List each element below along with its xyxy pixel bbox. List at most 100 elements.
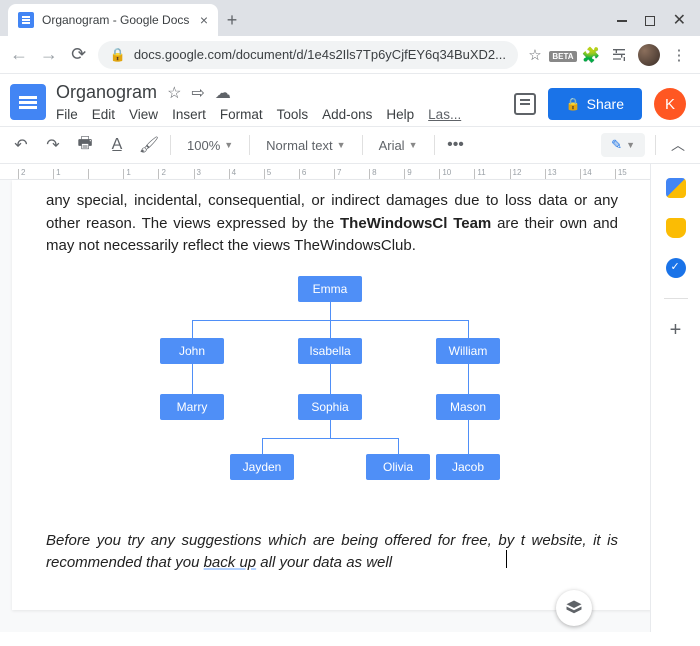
cloud-status-icon[interactable]: ☁	[215, 83, 231, 103]
extension-icons: ☆ BETA 🧩 ⋮	[526, 44, 692, 66]
menu-help[interactable]: Help	[386, 107, 414, 122]
org-node-olivia[interactable]: Olivia	[366, 454, 430, 480]
menu-insert[interactable]: Insert	[172, 107, 206, 122]
connector	[398, 438, 399, 454]
font-dropdown[interactable]: Arial ▼	[373, 138, 424, 153]
move-folder-icon[interactable]: ⇨	[191, 83, 204, 103]
connector	[468, 320, 469, 338]
zoom-value: 100%	[187, 138, 220, 153]
docs-header: Organogram ☆ ⇨ ☁ File Edit View Insert F…	[0, 74, 700, 126]
extensions-puzzle-icon[interactable]: 🧩	[582, 46, 600, 64]
profile-avatar-icon[interactable]	[638, 44, 660, 66]
collapse-toolbar-icon[interactable]: ︿	[666, 135, 690, 155]
add-addon-icon[interactable]: +	[670, 319, 682, 342]
document-title[interactable]: Organogram	[56, 82, 157, 103]
undo-icon[interactable]: ↶	[10, 135, 32, 155]
url-text: docs.google.com/document/d/1e4s2Ils7Tp6y…	[134, 47, 506, 62]
window-minimize-icon[interactable]	[617, 20, 627, 22]
extension-shield-icon[interactable]: BETA	[554, 46, 572, 64]
separator	[434, 135, 435, 155]
connector	[262, 438, 263, 454]
share-button[interactable]: 🔒 Share	[548, 88, 642, 120]
separator	[170, 135, 171, 155]
title-area: Organogram ☆ ⇨ ☁ File Edit View Insert F…	[56, 82, 504, 122]
org-node-mason[interactable]: Mason	[436, 394, 500, 420]
menu-addons[interactable]: Add-ons	[322, 107, 372, 122]
settings-slider-icon[interactable]	[610, 46, 628, 64]
tab-close-icon[interactable]: ×	[200, 12, 208, 28]
menu-format[interactable]: Format	[220, 107, 263, 122]
menu-last-edit[interactable]: Las...	[428, 107, 461, 122]
star-outline-icon[interactable]: ☆	[167, 83, 181, 103]
nav-back-icon[interactable]: ←	[8, 44, 30, 65]
org-node-william[interactable]: William	[436, 338, 500, 364]
menu-file[interactable]: File	[56, 107, 78, 122]
org-node-emma[interactable]: Emma	[298, 276, 362, 302]
lock-icon: 🔒	[110, 47, 126, 63]
separator	[655, 135, 656, 155]
google-keep-icon[interactable]	[666, 218, 686, 238]
text-cursor	[506, 550, 508, 568]
google-docs-logo-icon[interactable]	[10, 84, 46, 120]
google-tasks-icon[interactable]	[666, 258, 686, 278]
font-value: Arial	[379, 138, 405, 153]
more-tools-icon[interactable]: •••	[445, 136, 467, 154]
org-node-sophia[interactable]: Sophia	[298, 394, 362, 420]
paint-format-icon[interactable]: 🖌	[138, 135, 160, 155]
star-icon[interactable]: ☆	[526, 46, 544, 64]
chevron-down-icon: ▼	[409, 140, 418, 150]
organogram-diagram[interactable]: Emma John Isabella William Marry Sophia …	[132, 276, 532, 506]
window-maximize-icon[interactable]	[645, 16, 655, 26]
zoom-dropdown[interactable]: 100% ▼	[181, 138, 239, 153]
comment-history-icon[interactable]	[514, 93, 536, 115]
connector	[262, 438, 398, 439]
new-tab-button[interactable]: +	[218, 6, 246, 34]
explore-button[interactable]	[556, 590, 592, 626]
browser-titlebar: Organogram - Google Docs × + ✕	[0, 0, 700, 36]
tab-title: Organogram - Google Docs	[42, 13, 192, 27]
horizontal-ruler[interactable]: 21123456789101112131415	[0, 164, 650, 180]
org-node-marry[interactable]: Marry	[160, 394, 224, 420]
connector	[330, 302, 331, 320]
side-panel: +	[650, 164, 700, 632]
org-node-jacob[interactable]: Jacob	[436, 454, 500, 480]
connector	[468, 420, 469, 454]
separator	[362, 135, 363, 155]
redo-icon[interactable]: ↷	[42, 135, 64, 155]
paragraph: Before you try any suggestions which are…	[46, 530, 618, 575]
separator	[664, 298, 688, 299]
browser-tab[interactable]: Organogram - Google Docs ×	[8, 4, 218, 36]
document-scroll[interactable]: 21123456789101112131415 any special, inc…	[0, 164, 650, 632]
connector	[192, 364, 193, 394]
chevron-down-icon: ▼	[337, 140, 346, 150]
address-bar: ← → ⟳ 🔒 docs.google.com/document/d/1e4s2…	[0, 36, 700, 74]
docs-favicon-icon	[18, 12, 34, 28]
connector	[330, 320, 331, 338]
menu-edit[interactable]: Edit	[92, 107, 115, 122]
org-node-isabella[interactable]: Isabella	[298, 338, 362, 364]
paragraph: any special, incidental, consequential, …	[46, 190, 618, 258]
pencil-icon: ✎	[611, 137, 622, 153]
separator	[249, 135, 250, 155]
account-avatar[interactable]: K	[654, 88, 686, 120]
nav-reload-icon[interactable]: ⟳	[68, 44, 90, 65]
share-lock-icon: 🔒	[566, 97, 581, 111]
spellcheck-icon[interactable]: A̲	[106, 136, 128, 154]
org-node-jayden[interactable]: Jayden	[230, 454, 294, 480]
main-area: 21123456789101112131415 any special, inc…	[0, 164, 700, 632]
nav-forward-icon: →	[38, 44, 60, 65]
toolbar: ↶ ↷ 🖶 A̲ 🖌 100% ▼ Normal text ▼ Arial ▼ …	[0, 126, 700, 164]
editing-mode-button[interactable]: ✎ ▼	[601, 133, 645, 157]
menu-tools[interactable]: Tools	[277, 107, 309, 122]
google-calendar-icon[interactable]	[666, 178, 686, 198]
window-close-icon[interactable]: ✕	[673, 16, 686, 26]
org-node-john[interactable]: John	[160, 338, 224, 364]
print-icon[interactable]: 🖶	[74, 132, 96, 159]
chrome-menu-icon[interactable]: ⋮	[670, 46, 688, 64]
connector	[192, 320, 193, 338]
url-field[interactable]: 🔒 docs.google.com/document/d/1e4s2Ils7Tp…	[98, 41, 518, 69]
paragraph-style-dropdown[interactable]: Normal text ▼	[260, 138, 351, 153]
connector	[330, 364, 331, 394]
document-page[interactable]: any special, incidental, consequential, …	[12, 180, 650, 610]
menu-view[interactable]: View	[129, 107, 158, 122]
